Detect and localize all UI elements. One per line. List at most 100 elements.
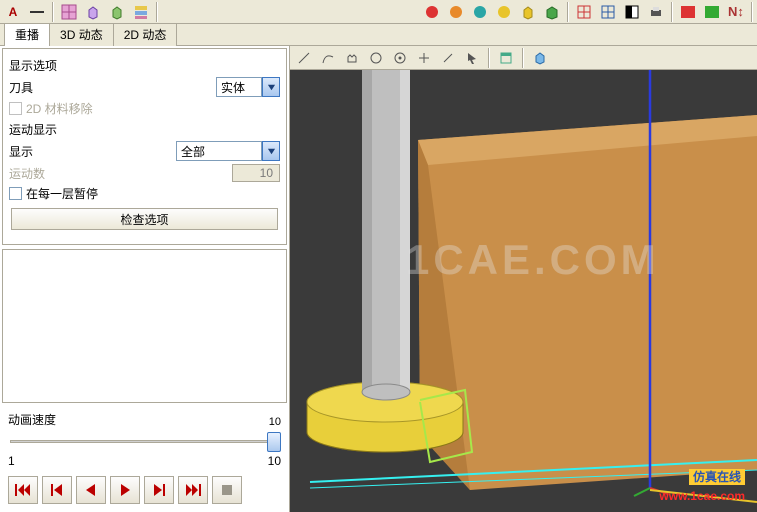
separator bbox=[751, 2, 753, 22]
slider-min-label: 1 bbox=[8, 454, 15, 468]
tool-bw-icon[interactable] bbox=[621, 1, 643, 23]
nav-curve-icon[interactable] bbox=[318, 48, 338, 68]
tab-replay[interactable]: 重播 bbox=[4, 23, 50, 46]
tool-cube-green-icon[interactable] bbox=[541, 1, 563, 23]
nav-hand-icon[interactable] bbox=[342, 48, 362, 68]
tool-grid-icon[interactable] bbox=[58, 1, 80, 23]
slider-labels: 1 10 bbox=[8, 454, 281, 468]
material-2d-label: 2D 材料移除 bbox=[26, 100, 93, 117]
slider-track bbox=[10, 440, 279, 443]
pause-each-layer-row: 在每一层暂停 bbox=[9, 185, 280, 202]
display-row: 显示 全部 bbox=[9, 141, 280, 161]
blank-area bbox=[2, 249, 287, 403]
viewport-toolstrip bbox=[290, 46, 757, 70]
nav-diag-icon[interactable] bbox=[438, 48, 458, 68]
viewport-3d[interactable]: 1CAE.COM 仿真在线 www.1cae.com bbox=[290, 70, 757, 512]
playback-controls bbox=[0, 472, 289, 512]
slider-thumb[interactable] bbox=[267, 432, 281, 452]
play-back-button[interactable] bbox=[76, 476, 106, 504]
separator bbox=[671, 2, 673, 22]
display-dropdown-toggle[interactable] bbox=[262, 141, 280, 161]
next-frame-button[interactable] bbox=[144, 476, 174, 504]
nav-window-icon[interactable] bbox=[496, 48, 516, 68]
nav-cursor-icon[interactable] bbox=[462, 48, 482, 68]
tool-green-icon[interactable] bbox=[701, 1, 723, 23]
tool-label: 刀具 bbox=[9, 79, 33, 96]
display-options-title: 显示选项 bbox=[9, 57, 280, 74]
display-label: 显示 bbox=[9, 143, 33, 160]
tool-layers-icon[interactable] bbox=[130, 1, 152, 23]
properties-box: 显示选项 刀具 实体 2D 材料移除 运动显示 显示 bbox=[2, 48, 287, 245]
tool-print-icon[interactable] bbox=[645, 1, 667, 23]
separator bbox=[52, 2, 54, 22]
tool-row: 刀具 实体 bbox=[9, 77, 280, 97]
display-dropdown-value: 全部 bbox=[176, 141, 262, 161]
nav-cube-icon[interactable] bbox=[530, 48, 550, 68]
animation-speed-block: 动画速度 10 1 10 bbox=[0, 405, 289, 472]
play-icon bbox=[117, 483, 133, 497]
scene-3d bbox=[290, 70, 757, 512]
tool-sphere-yellow-icon[interactable] bbox=[493, 1, 515, 23]
motion-count-label: 运动数 bbox=[9, 165, 45, 182]
nav-circle-icon[interactable] bbox=[366, 48, 386, 68]
chevron-down-icon bbox=[267, 147, 276, 156]
play-reverse-icon bbox=[83, 483, 99, 497]
top-toolbar: A N↕ bbox=[0, 0, 757, 24]
material-2d-row: 2D 材料移除 bbox=[9, 100, 280, 117]
tool-mesh-blue-icon[interactable] bbox=[597, 1, 619, 23]
left-panel: 显示选项 刀具 实体 2D 材料移除 运动显示 显示 bbox=[0, 46, 290, 512]
tool-sphere-red-icon[interactable] bbox=[421, 1, 443, 23]
tab-3d-dynamic[interactable]: 3D 动态 bbox=[49, 23, 114, 46]
speed-slider[interactable]: 10 bbox=[8, 430, 281, 456]
site-tag: 仿真在线 www.1cae.com bbox=[659, 468, 745, 504]
tool-dash-icon[interactable] bbox=[26, 1, 48, 23]
tool-measure-icon[interactable]: N↕ bbox=[725, 1, 747, 23]
play-forward-button[interactable] bbox=[110, 476, 140, 504]
pause-each-layer-label: 在每一层暂停 bbox=[26, 185, 98, 202]
display-dropdown[interactable]: 全部 bbox=[176, 141, 280, 161]
step-back-icon bbox=[49, 483, 65, 497]
skip-end-icon bbox=[185, 483, 201, 497]
tool-sphere-teal-icon[interactable] bbox=[469, 1, 491, 23]
chevron-down-icon bbox=[267, 83, 276, 92]
tool-red-icon[interactable] bbox=[677, 1, 699, 23]
site-tag-url: www.1cae.com bbox=[659, 489, 745, 503]
pause-each-layer-checkbox[interactable]: 在每一层暂停 bbox=[9, 185, 98, 202]
material-2d-checkbox[interactable]: 2D 材料移除 bbox=[9, 100, 93, 117]
nav-plus-icon[interactable] bbox=[414, 48, 434, 68]
tool-dropdown-value: 实体 bbox=[216, 77, 262, 97]
tool-cube2-icon[interactable] bbox=[106, 1, 128, 23]
tool-dropdown[interactable]: 实体 bbox=[216, 77, 280, 97]
slider-max-top-label: 10 bbox=[269, 416, 281, 428]
slider-max-label: 10 bbox=[268, 454, 281, 468]
first-button[interactable] bbox=[8, 476, 38, 504]
motion-display-title: 运动显示 bbox=[9, 121, 280, 138]
tool-cube1-icon[interactable] bbox=[82, 1, 104, 23]
separator bbox=[156, 2, 158, 22]
checkbox-icon bbox=[9, 187, 22, 200]
tool-sphere-orange-icon[interactable] bbox=[445, 1, 467, 23]
separator bbox=[567, 2, 569, 22]
separator bbox=[488, 48, 490, 68]
right-panel: 1CAE.COM 仿真在线 www.1cae.com bbox=[290, 46, 757, 512]
nav-target-icon[interactable] bbox=[390, 48, 410, 68]
tab-2d-dynamic[interactable]: 2D 动态 bbox=[113, 23, 178, 46]
tool-dropdown-toggle[interactable] bbox=[262, 77, 280, 97]
step-forward-icon bbox=[151, 483, 167, 497]
nav-line-icon[interactable] bbox=[294, 48, 314, 68]
main-area: 显示选项 刀具 实体 2D 材料移除 运动显示 显示 bbox=[0, 46, 757, 512]
tool-text-icon[interactable]: A bbox=[2, 1, 24, 23]
skip-start-icon bbox=[15, 483, 31, 497]
motion-count-row: 运动数 10 bbox=[9, 164, 280, 182]
last-button[interactable] bbox=[178, 476, 208, 504]
motion-count-value: 10 bbox=[232, 164, 280, 182]
tool-cube-yellow-icon[interactable] bbox=[517, 1, 539, 23]
check-options-button[interactable]: 检查选项 bbox=[11, 208, 278, 230]
stop-button[interactable] bbox=[212, 476, 242, 504]
prev-frame-button[interactable] bbox=[42, 476, 72, 504]
animation-speed-title: 动画速度 bbox=[8, 411, 281, 428]
tab-strip: 重播 3D 动态 2D 动态 bbox=[0, 24, 757, 46]
stop-icon bbox=[219, 483, 235, 497]
separator bbox=[522, 48, 524, 68]
tool-mesh-red-icon[interactable] bbox=[573, 1, 595, 23]
